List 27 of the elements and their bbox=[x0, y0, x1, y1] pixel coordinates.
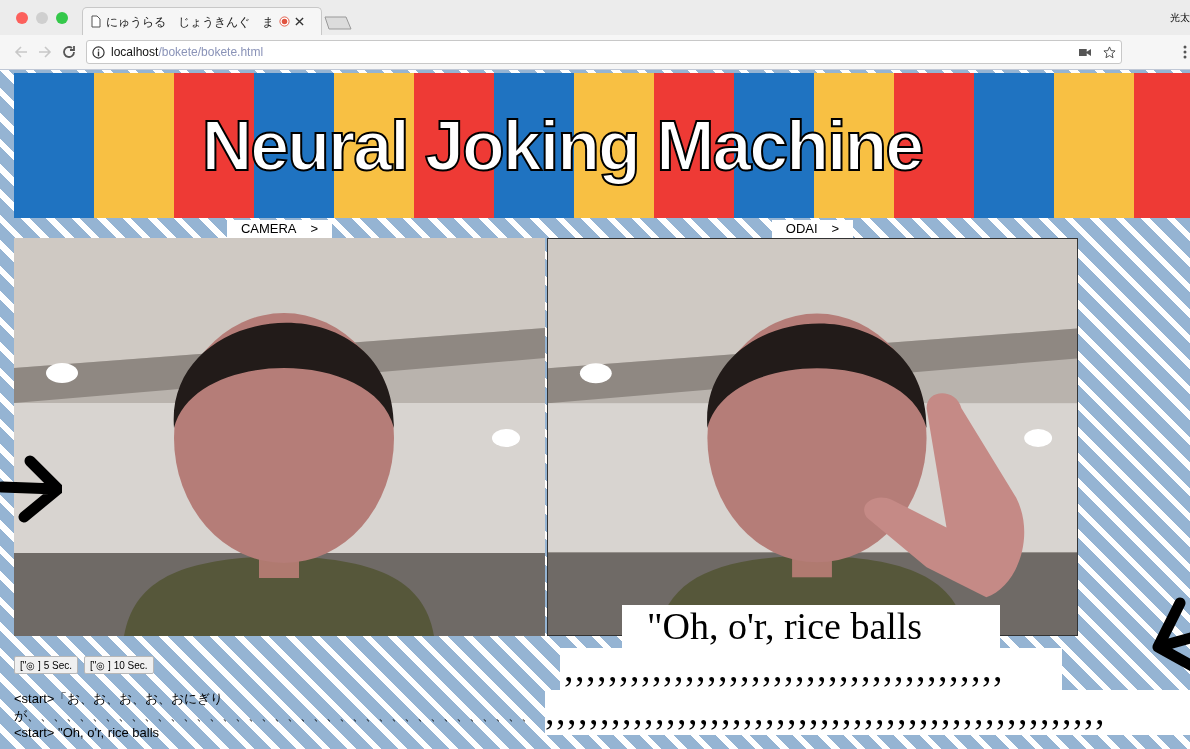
panel-label: CAMERA > bbox=[226, 220, 333, 238]
profile-name[interactable]: 光太 bbox=[1170, 10, 1190, 25]
info-icon bbox=[92, 45, 105, 59]
reload-icon[interactable] bbox=[62, 45, 76, 59]
timer-button[interactable]: ["◎ ] 10 Sec. bbox=[84, 656, 154, 674]
address-field[interactable]: localhost/bokete/bokete.html bbox=[86, 40, 1122, 64]
recording-icon bbox=[279, 16, 290, 27]
output-line: <start>「お、お、お、お、おにぎり bbox=[14, 690, 225, 707]
timer-button[interactable]: ["◎ ] 5 Sec. bbox=[14, 656, 78, 674]
forward-icon[interactable] bbox=[38, 45, 52, 59]
arrow-icon bbox=[0, 455, 62, 523]
panel-label: ODAI > bbox=[771, 220, 854, 238]
tab-title: にゅうらる じょうきんぐ ま bbox=[106, 13, 274, 31]
maximize-window-icon[interactable] bbox=[56, 11, 68, 24]
close-tab-icon[interactable] bbox=[295, 17, 304, 26]
close-window-icon[interactable] bbox=[16, 11, 28, 24]
browser-tab[interactable]: にゅうらる じょうきんぐ ま bbox=[82, 7, 322, 35]
back-icon[interactable] bbox=[14, 45, 28, 59]
minimize-window-icon[interactable] bbox=[36, 11, 48, 24]
page-icon bbox=[91, 15, 101, 28]
menu-icon[interactable] bbox=[1183, 45, 1187, 59]
star-icon[interactable] bbox=[1103, 45, 1116, 59]
url-text: localhost/bokete/bokete.html bbox=[111, 44, 264, 61]
camera-icon bbox=[1079, 47, 1091, 57]
new-tab-icon[interactable] bbox=[324, 16, 352, 30]
output-line: が、、、、、、、、、、、、、、、、、、、、、、、、、、、、、、、、、、、、、、、 bbox=[14, 707, 535, 724]
output-line: <start> "Oh, o'r, rice balls bbox=[14, 724, 161, 741]
